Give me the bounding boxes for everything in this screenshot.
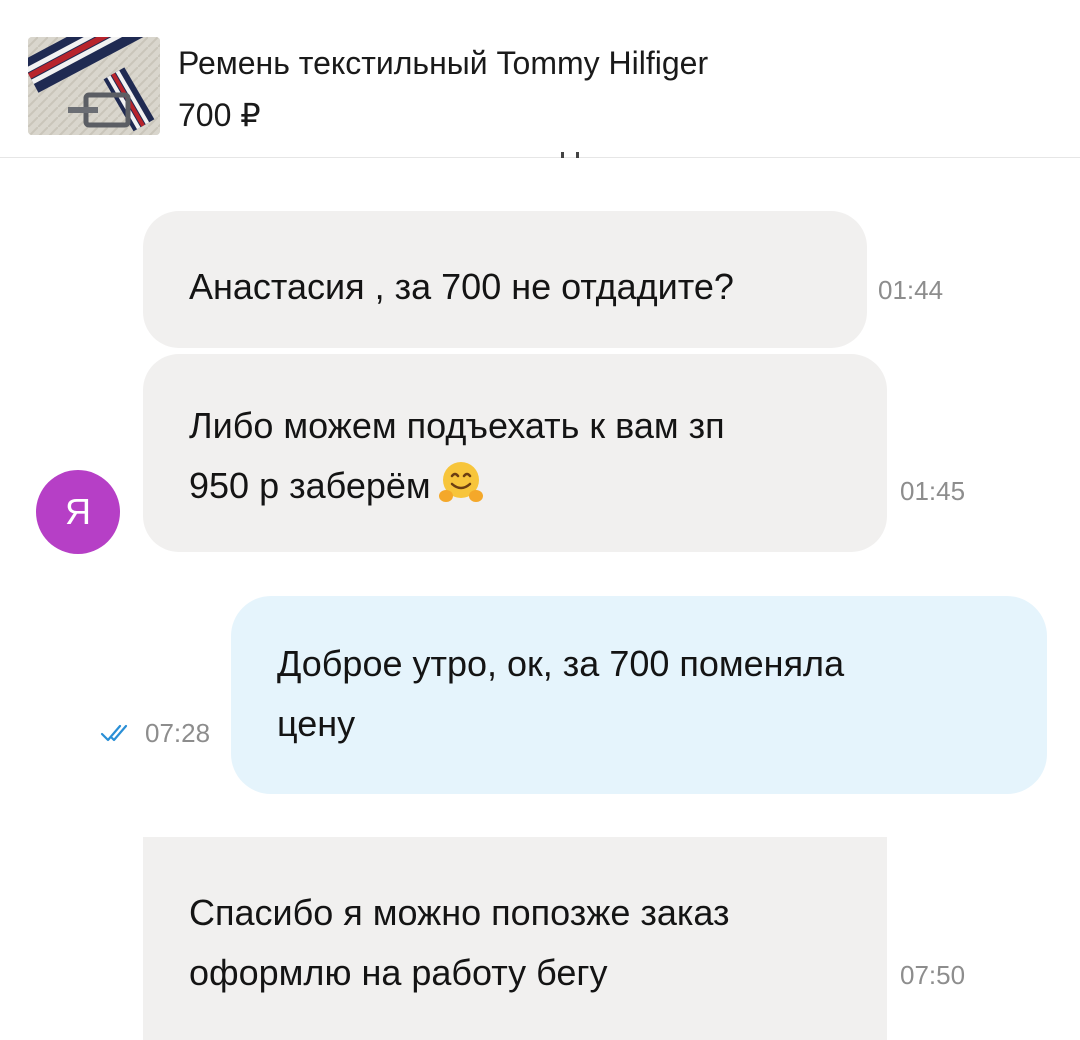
message-text: Спасибо я можно попозже заказ <box>189 892 730 933</box>
message-time: 07:50 <box>900 960 966 990</box>
message-time: 07:28 <box>145 718 211 748</box>
scroll-indicator <box>557 152 583 158</box>
message-bubble[interactable]: Либо можем подъехать к вам зп 950 р забе… <box>143 354 887 552</box>
message-text: Либо можем подъехать к вам зп <box>189 405 725 446</box>
read-double-check-icon <box>100 724 128 742</box>
chat-screen: Ремень текстильный Tommy Hilfiger 700 ₽ … <box>0 0 1080 1040</box>
message-time: 01:44 <box>878 275 944 305</box>
product-title[interactable]: Ремень текстильный Tommy Hilfiger <box>178 43 708 83</box>
message-text: цену <box>277 703 356 744</box>
product-thumbnail[interactable] <box>28 37 160 135</box>
message-text: оформлю на работу бегу <box>189 952 608 993</box>
avatar[interactable]: Я <box>36 470 120 554</box>
message-time: 01:45 <box>900 476 966 506</box>
message-text: Анастасия , за 700 не отдадите? <box>189 266 734 307</box>
message-bubble[interactable]: Доброе утро, ок, за 700 поменяла цену <box>231 596 1047 794</box>
belt-image-icon <box>28 37 160 135</box>
message-bubble[interactable]: Анастасия , за 700 не отдадите? <box>143 211 867 348</box>
product-header[interactable]: Ремень текстильный Tommy Hilfiger 700 ₽ <box>0 0 1080 158</box>
message-text: 950 р заберём <box>189 465 431 506</box>
message-bubble[interactable]: Спасибо я можно попозже заказ оформлю на… <box>143 837 887 1040</box>
message-text: Доброе утро, ок, за 700 поменяла <box>277 643 845 684</box>
product-price: 700 ₽ <box>178 97 261 133</box>
hugging-face-icon <box>438 462 483 502</box>
